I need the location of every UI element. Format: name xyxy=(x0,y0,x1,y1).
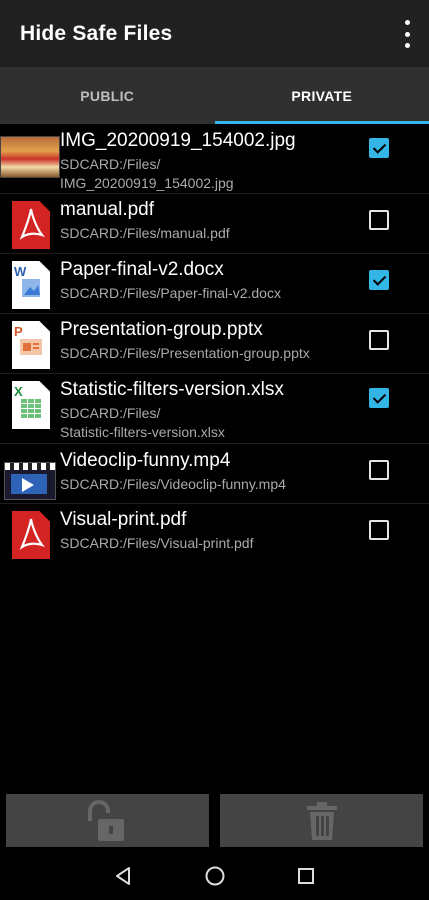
unlock-button[interactable] xyxy=(6,794,209,847)
file-checkbox[interactable] xyxy=(369,270,389,290)
file-checkbox[interactable] xyxy=(369,210,389,230)
home-icon[interactable] xyxy=(203,864,227,888)
pdf-file-icon xyxy=(8,509,54,561)
recents-icon[interactable] xyxy=(294,864,318,888)
app-title: Hide Safe Files xyxy=(20,21,173,45)
action-bar xyxy=(0,788,429,852)
system-nav-bar xyxy=(0,852,429,900)
file-checkbox[interactable] xyxy=(369,138,389,158)
list-item[interactable]: P Presentation-group.pptx SDCARD:/Files/… xyxy=(0,314,429,374)
powerpoint-file-icon: P xyxy=(8,319,54,371)
file-path: SDCARD:/Files/Paper-final-v2.docx xyxy=(60,285,281,301)
tab-private[interactable]: PRIVATE xyxy=(214,67,429,124)
file-path: SDCARD:/Files/ IMG_20200919_154002.jpg xyxy=(60,156,234,191)
list-item[interactable]: IMG_20200919_154002.jpg SDCARD:/Files/ I… xyxy=(0,124,429,194)
trash-icon xyxy=(306,801,337,840)
pdf-file-icon xyxy=(8,199,54,251)
unlock-icon xyxy=(87,799,124,841)
list-item[interactable]: manual.pdf SDCARD:/Files/manual.pdf xyxy=(0,194,429,254)
file-name: Paper-final-v2.docx xyxy=(60,259,224,280)
word-file-icon: W xyxy=(8,259,54,311)
list-item[interactable]: Visual-print.pdf SDCARD:/Files/Visual-pr… xyxy=(0,504,429,564)
file-name: manual.pdf xyxy=(60,199,155,220)
file-path: SDCARD:/Files/manual.pdf xyxy=(60,225,230,241)
tab-bar: PUBLIC PRIVATE xyxy=(0,67,429,124)
file-list: IMG_20200919_154002.jpg SDCARD:/Files/ I… xyxy=(0,124,429,564)
list-item[interactable]: W Paper-final-v2.docx SDCARD:/Files/Pape… xyxy=(0,254,429,314)
excel-file-icon: X xyxy=(8,379,54,431)
file-name: Statistic-filters-version.xlsx xyxy=(60,379,284,400)
list-item[interactable]: X Statistic-filters-version.xlsx SDCARD:… xyxy=(0,374,429,444)
file-path: SDCARD:/Files/Visual-print.pdf xyxy=(60,535,254,551)
back-icon[interactable] xyxy=(111,864,135,888)
file-checkbox[interactable] xyxy=(369,388,389,408)
video-thumbnail-icon xyxy=(4,448,56,500)
file-name: Videoclip-funny.mp4 xyxy=(60,450,231,471)
file-name: Visual-print.pdf xyxy=(60,509,187,530)
file-path: SDCARD:/Files/Videoclip-funny.mp4 xyxy=(60,476,286,492)
list-item[interactable]: Videoclip-funny.mp4 SDCARD:/Files/Videoc… xyxy=(0,444,429,504)
file-path: SDCARD:/Files/Presentation-group.pptx xyxy=(60,345,310,361)
file-name: IMG_20200919_154002.jpg xyxy=(60,130,296,151)
overflow-menu-icon[interactable] xyxy=(399,20,415,48)
file-checkbox[interactable] xyxy=(369,520,389,540)
tab-public[interactable]: PUBLIC xyxy=(0,67,215,124)
app-bar: Hide Safe Files xyxy=(0,0,429,67)
delete-button[interactable] xyxy=(220,794,423,847)
file-path: SDCARD:/Files/ Statistic-filters-version… xyxy=(60,405,225,440)
file-checkbox[interactable] xyxy=(369,460,389,480)
file-checkbox[interactable] xyxy=(369,330,389,350)
file-name: Presentation-group.pptx xyxy=(60,319,263,340)
image-thumbnail-icon xyxy=(0,128,60,180)
